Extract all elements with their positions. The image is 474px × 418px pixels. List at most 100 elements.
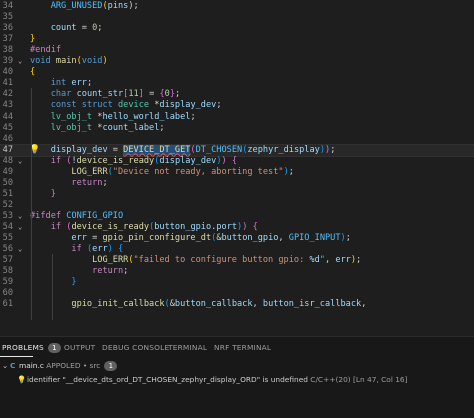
code-text: err = gpio_pin_configure_dt(&button_gpio… — [71, 233, 351, 244]
tab-terminal[interactable]: TERMINAL — [168, 343, 207, 352]
chevron-down-icon[interactable]: ⌄ — [18, 211, 22, 222]
tab-label: OUTPUT — [64, 343, 96, 352]
line-number: 38 — [2, 45, 13, 56]
code-line[interactable]: 48 ⌄ if (!device_is_ready(display_dev)) { — [0, 156, 474, 167]
indent-guide — [52, 254, 53, 321]
chevron-down-icon[interactable]: ⌄ — [2, 359, 8, 373]
line-number: 61 — [2, 299, 13, 310]
code-text: const struct device *display_dev; — [50, 100, 222, 111]
code-line[interactable]: 57 LOG_ERR("failed to configure button g… — [0, 255, 474, 266]
code-line[interactable]: 36 count = 0; — [0, 23, 474, 34]
problem-item[interactable]: 💡 identifier "__device_dts_ord_DT_CHOSEN… — [0, 373, 474, 387]
code-text: count = 0; — [50, 23, 103, 34]
line-number: 45 — [2, 122, 13, 133]
code-text: if (err) { — [71, 244, 124, 255]
problems-count-badge: 1 — [47, 343, 61, 353]
chevron-down-icon[interactable]: ⌄ — [18, 222, 22, 233]
line-number: 39 — [2, 56, 13, 67]
active-tab-indicator — [0, 356, 33, 357]
problem-message: identifier "__device_dts_ord_DT_CHOSEN_z… — [27, 375, 308, 384]
code-text: return; — [71, 177, 108, 188]
line-number: 34 — [2, 1, 13, 11]
line-number: 37 — [2, 34, 13, 45]
problem-message-wrap: identifier "__device_dts_ord_DT_CHOSEN_z… — [27, 373, 408, 387]
code-text: int err; — [50, 78, 93, 89]
file-path: APPOLED • src — [43, 361, 101, 370]
code-line[interactable]: 60 — [0, 288, 474, 299]
code-line[interactable]: 50 return; — [0, 178, 474, 189]
indent-guide — [31, 88, 32, 321]
code-text: LOG_ERR("Device not ready, aborting test… — [71, 166, 294, 177]
problem-file-label: main.c APPOLED • src 1 — [19, 359, 118, 373]
code-line[interactable]: 40 { — [0, 67, 474, 78]
code-line[interactable]: 39 ⌄ void main(void) — [0, 56, 474, 67]
line-number: 50 — [2, 177, 13, 188]
line-number: 47 — [2, 144, 13, 155]
code-line[interactable]: 35 — [0, 12, 474, 23]
code-text: if (device_is_ready(button_gpio.port)) { — [50, 222, 258, 232]
tab-output[interactable]: OUTPUT — [64, 343, 95, 352]
tab-label: TERMINAL — [168, 343, 208, 352]
chevron-down-icon[interactable]: ⌄ — [18, 56, 22, 67]
problem-source: C/C++(20) [Ln 47, Col 16] — [307, 375, 408, 384]
line-number: 59 — [2, 277, 13, 288]
code-line[interactable]: 54 ⌄ if (device_is_ready(button_gpio.port… — [0, 222, 474, 233]
lightbulb-icon: 💡 — [17, 375, 27, 384]
tab-problems[interactable]: PROBLEMS 1 — [2, 343, 61, 353]
code-line[interactable]: 59 } — [0, 277, 474, 288]
tab-debug-console[interactable]: DEBUG CONSOLE — [102, 343, 169, 352]
code-text: #ifdef CONFIG_GPIO — [30, 210, 124, 221]
line-number: 46 — [2, 133, 13, 144]
code-line[interactable]: 43 const struct device *display_dev; — [0, 100, 474, 111]
tab-label: NRF TERMINAL — [214, 343, 272, 352]
line-number: 58 — [2, 266, 13, 277]
code-text: { — [30, 67, 36, 78]
tab-label: PROBLEMS — [2, 343, 44, 352]
code-line[interactable]: 53 ⌄ #ifdef CONFIG_GPIO — [0, 211, 474, 222]
code-line[interactable]: 51 } — [0, 189, 474, 200]
code-line[interactable]: 47 💡 display_dev = DEVICE_DT_GET(DT_CHOSE… — [0, 143, 474, 157]
code-text: lv_obj_t *count_label; — [50, 122, 165, 133]
tab-nrf-terminal[interactable]: NRF TERMINAL — [214, 343, 271, 352]
code-line[interactable]: 61 gpio_init_callback(&button_callback, … — [0, 299, 474, 310]
code-text: char count_str[11] = {0}; — [50, 89, 181, 100]
code-text: ARG_UNUSED(pins); — [50, 1, 139, 11]
code-line[interactable]: 56 ⌄ if (err) { — [0, 244, 474, 255]
code-line[interactable]: 52 — [0, 200, 474, 211]
code-editor[interactable]: 34 ARG_UNUSED(pins); 35 36 count = 0; 37} 38… — [0, 0, 474, 336]
line-number: 36 — [2, 23, 13, 34]
line-number: 54 — [2, 222, 13, 232]
code-line[interactable]: 37} — [0, 34, 474, 45]
chevron-down-icon[interactable]: ⌄ — [18, 244, 22, 255]
code-line[interactable]: 44 lv_obj_t *hello_world_label; — [0, 112, 474, 123]
line-number: 42 — [2, 89, 13, 100]
code-text: LOG_ERR("failed to configure button gpio… — [92, 255, 362, 266]
code-text: void main(void) — [30, 56, 108, 67]
line-number: 53 — [2, 210, 13, 221]
line-number: 44 — [2, 111, 13, 122]
chevron-down-icon[interactable]: ⌄ — [18, 156, 22, 167]
line-number: 48 — [2, 155, 13, 166]
code-line[interactable]: 45 lv_obj_t *count_label; — [0, 123, 474, 134]
line-number: 40 — [2, 67, 13, 78]
line-number: 41 — [2, 78, 13, 89]
code-line[interactable]: 34 ARG_UNUSED(pins); — [0, 1, 474, 12]
code-line[interactable]: 58 return; — [0, 266, 474, 277]
code-text: lv_obj_t *hello_world_label; — [50, 111, 196, 122]
code-line[interactable]: 38 #endif — [0, 45, 474, 56]
code-line[interactable]: 42 char count_str[11] = {0}; — [0, 89, 474, 100]
line-number: 35 — [2, 12, 13, 23]
line-number: 52 — [2, 199, 13, 210]
code-line[interactable]: 49 LOG_ERR("Device not ready, aborting t… — [0, 167, 474, 178]
code-text: } — [30, 34, 36, 45]
code-line[interactable]: 55 err = gpio_pin_configure_dt(&button_g… — [0, 233, 474, 244]
panel-tabs: PROBLEMS 1 OUTPUT DEBUG CONSOLE TERMINAL NRF … — [0, 337, 474, 359]
line-number: 55 — [2, 233, 13, 244]
file-problem-count: 1 — [104, 361, 118, 371]
line-number: 51 — [2, 188, 13, 199]
line-number: 49 — [2, 166, 13, 177]
code-text: if (!device_is_ready(display_dev)) { — [50, 155, 238, 166]
code-line[interactable]: 41 int err; — [0, 78, 474, 89]
code-line[interactable]: 46 — [0, 134, 474, 145]
problem-file-row[interactable]: ⌄ C main.c APPOLED • src 1 — [0, 359, 474, 373]
